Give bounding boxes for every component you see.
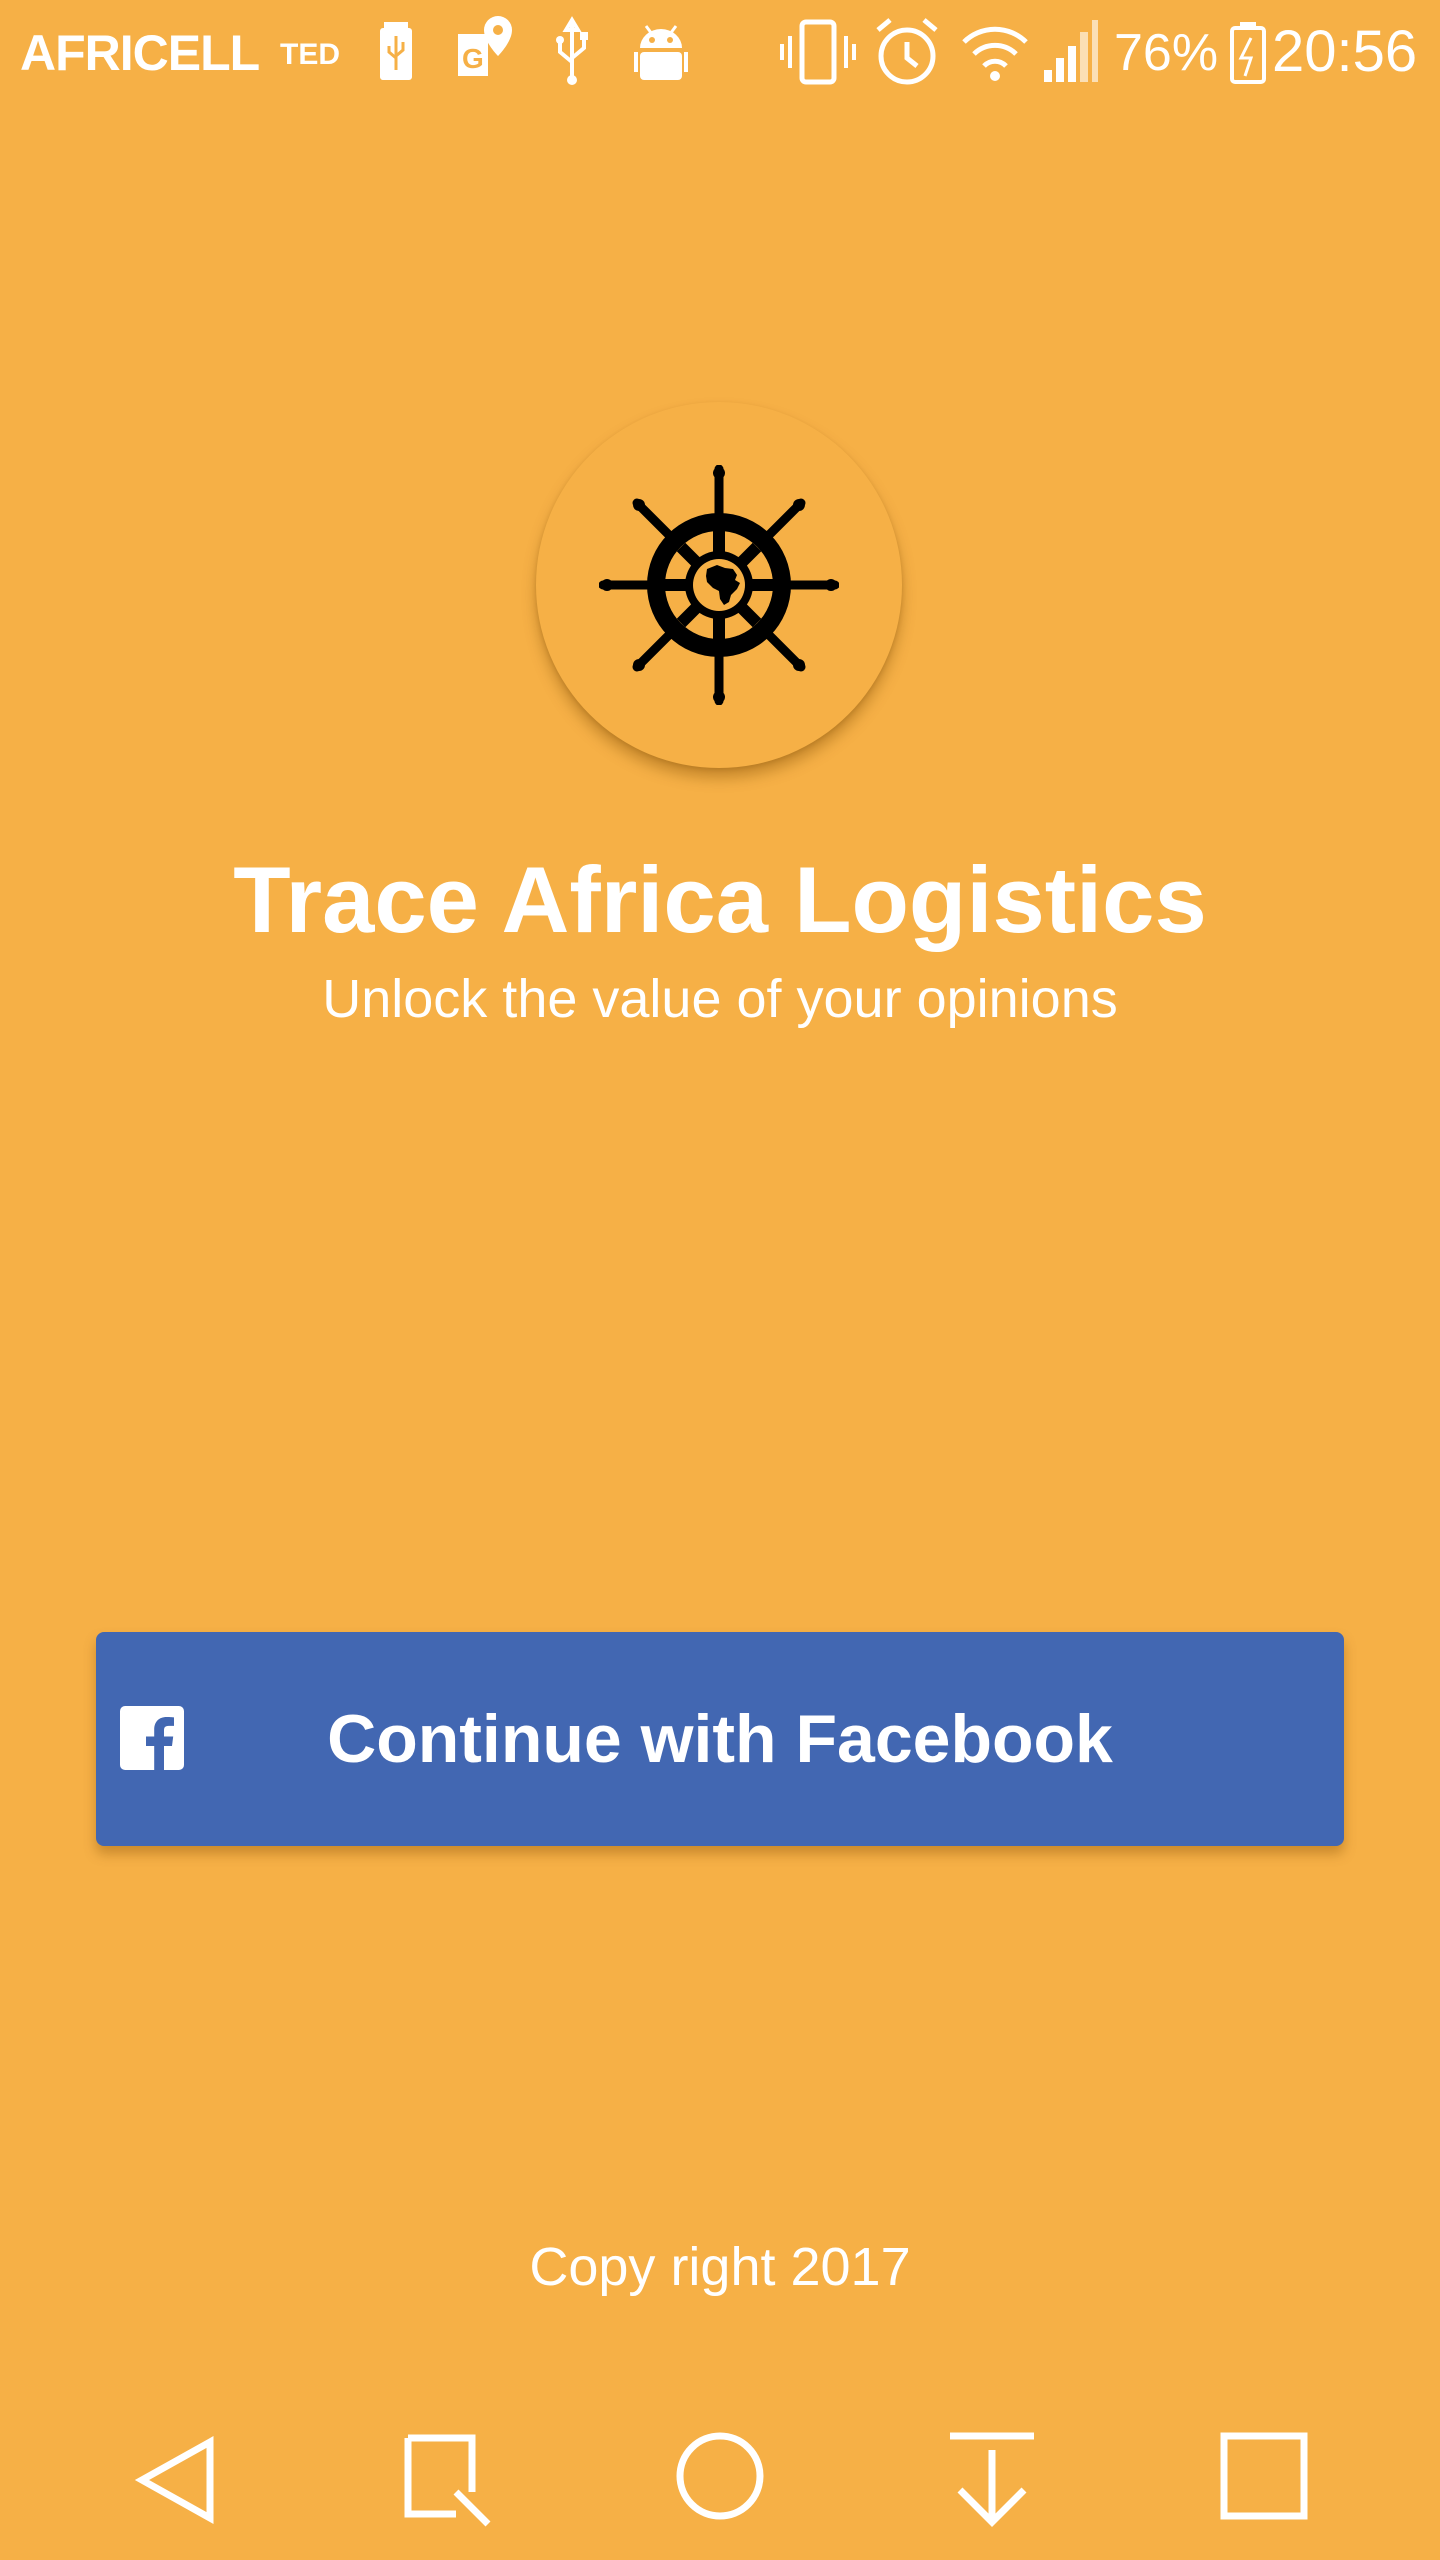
signal-icon	[1044, 20, 1098, 82]
app-subtitle: Unlock the value of your opinions	[322, 969, 1118, 1029]
wifi-icon	[962, 26, 1028, 81]
charging-battery-icon	[1230, 22, 1266, 84]
notification-pull-icon[interactable]	[932, 2420, 1052, 2540]
svg-text:G: G	[462, 43, 484, 74]
android-icon	[634, 25, 688, 80]
navigation-bar	[0, 2400, 1440, 2560]
clock: 20:56	[1272, 19, 1418, 84]
copyright-text: Copy right 2017	[529, 2237, 911, 2297]
battery-percent: 76%	[1114, 24, 1219, 82]
home-icon[interactable]	[660, 2420, 780, 2540]
app-logo	[536, 402, 902, 768]
battery-usb-icon	[380, 22, 412, 80]
app-title: Trace Africa Logistics	[233, 847, 1207, 952]
ted-icon: TED	[280, 38, 340, 71]
svg-text:TED: TED	[280, 38, 340, 71]
back-icon[interactable]	[118, 2420, 238, 2540]
usb-icon	[556, 16, 588, 85]
ship-wheel-africa-icon	[599, 465, 839, 705]
recents-icon[interactable]	[1204, 2420, 1324, 2540]
continue-with-facebook-button[interactable]: Continue with Facebook	[96, 1632, 1344, 1846]
carrier-name: AFRICELL	[20, 25, 260, 81]
status-bar: AFRICELL TED G 76% 20:56	[0, 0, 1440, 108]
vibrate-icon	[780, 19, 856, 85]
alarm-icon	[876, 18, 938, 85]
capture-icon[interactable]	[386, 2420, 506, 2540]
maps-icon: G	[458, 16, 512, 76]
facebook-button-label: Continue with Facebook	[327, 1701, 1113, 1777]
